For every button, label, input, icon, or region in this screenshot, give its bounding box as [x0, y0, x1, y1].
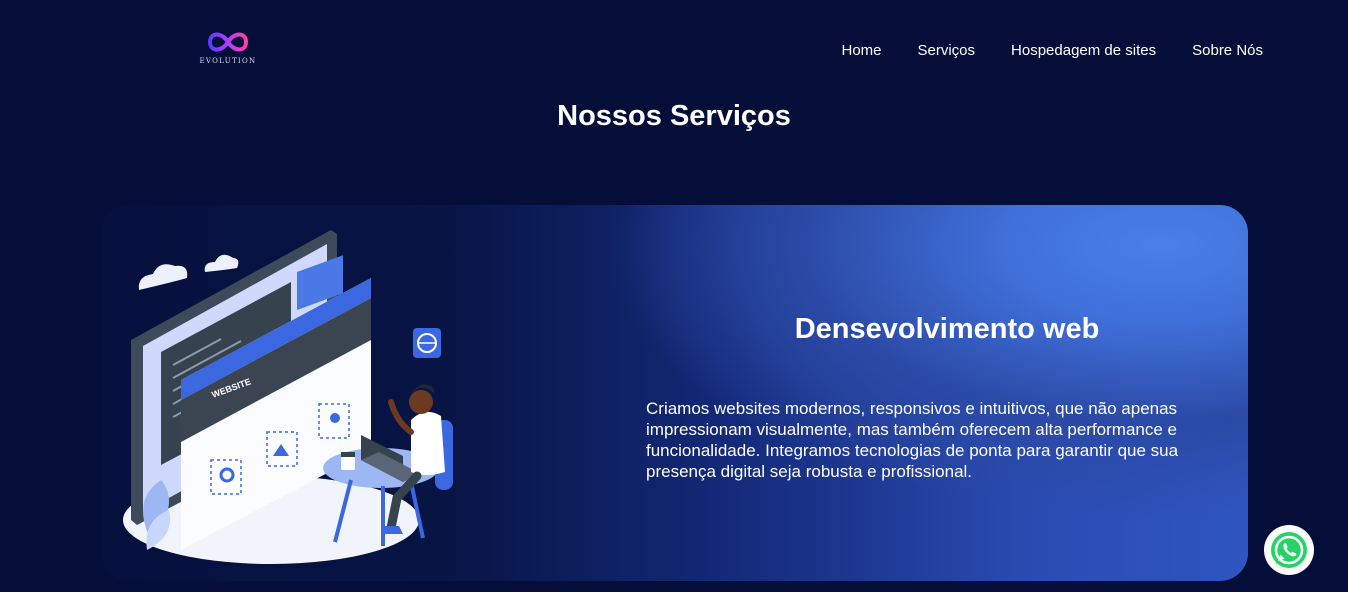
brand-logo[interactable]: EVOLUTION: [196, 28, 260, 68]
main-nav: Home Serviços Hospedagem de sites Sobre …: [841, 42, 1263, 60]
whatsapp-button[interactable]: [1264, 525, 1314, 575]
person-body: [411, 411, 445, 475]
nav-hospedagem[interactable]: Hospedagem de sites: [1011, 42, 1156, 60]
section-title: Nossos Serviços: [557, 100, 791, 132]
whatsapp-icon: [1271, 532, 1307, 568]
web-development-illustration: WEBSITE: [123, 230, 453, 564]
infinity-logo-icon: [207, 32, 249, 52]
person-head: [409, 390, 433, 414]
cloud-icon: [204, 254, 239, 272]
logo-text: EVOLUTION: [199, 57, 257, 65]
nav-sobre[interactable]: Sobre Nós: [1192, 42, 1263, 60]
cloud-icon: [138, 264, 188, 290]
card-description: Criamos websites modernos, responsivos e…: [646, 399, 1179, 481]
page: EVOLUTION Home Serviços Hospedagem de si…: [0, 0, 1348, 592]
nav-home[interactable]: Home: [841, 42, 881, 60]
nav-servicos[interactable]: Serviços: [918, 42, 976, 60]
service-card: WEBSITE Densevolvimento web Criamos webs…: [101, 205, 1248, 581]
pin-icon: [330, 413, 340, 423]
card-title: Densevolvimento web: [794, 313, 1100, 345]
